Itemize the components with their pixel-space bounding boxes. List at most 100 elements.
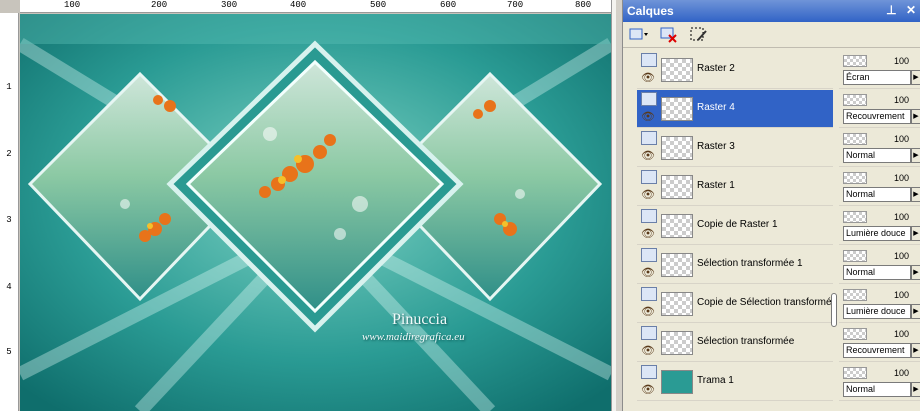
artwork-image[interactable]: Pinuccia www.maidiregrafica.eu	[20, 14, 611, 411]
layer-properties: 100 Écran ▶ 100 Recouvrement ▶ 100 Norma…	[839, 51, 920, 411]
opacity-slider[interactable]	[843, 133, 867, 145]
layer-prop: 100 Recouvrement ▶	[839, 324, 920, 362]
layer-prop: 100 Normal ▶	[839, 363, 920, 401]
layer-name: Sélection transformée 1	[697, 258, 803, 269]
layer-type-icon	[641, 53, 657, 67]
layer-prop: 100 Normal ▶	[839, 129, 920, 167]
visibility-eye-icon[interactable]: 👁	[641, 149, 655, 162]
layer-thumbnail	[661, 331, 693, 355]
layer-type-icon	[641, 287, 657, 301]
chevron-down-icon[interactable]: ▶	[911, 109, 920, 124]
ruler-label: 4	[6, 282, 12, 292]
ruler-label: 200	[151, 0, 168, 10]
chevron-down-icon[interactable]: ▶	[911, 343, 920, 358]
blend-mode-select[interactable]: Recouvrement	[843, 109, 911, 124]
opacity-value: 100	[893, 95, 909, 105]
opacity-value: 100	[893, 56, 909, 66]
blend-mode-select[interactable]: Recouvrement	[843, 343, 911, 358]
layer-thumbnail	[661, 292, 693, 316]
visibility-eye-icon[interactable]: 👁	[641, 383, 655, 396]
ruler-left: 1 2 3 4 5	[0, 13, 19, 411]
visibility-eye-icon[interactable]: 👁	[641, 110, 655, 123]
layer-prop: 100 Normal ▶	[839, 246, 920, 284]
layer-thumbnail	[661, 58, 693, 82]
layer-thumbnail	[661, 175, 693, 199]
ruler-label: 3	[6, 215, 12, 225]
blend-mode-select[interactable]: Lumière douce	[843, 226, 911, 241]
layer-row[interactable]: 👁 Sélection transformée	[637, 324, 833, 362]
visibility-eye-icon[interactable]: 👁	[641, 227, 655, 240]
watermark-title: Pinuccia	[392, 311, 448, 328]
opacity-slider[interactable]	[843, 250, 867, 262]
visibility-eye-icon[interactable]: 👁	[641, 71, 655, 84]
blend-mode-select[interactable]: Normal	[843, 187, 911, 202]
layer-prop: 100 Recouvrement ▶	[839, 90, 920, 128]
opacity-value: 100	[893, 212, 909, 222]
ruler-label: 5	[6, 347, 12, 357]
layer-name: Raster 4	[697, 102, 735, 113]
layer-type-icon	[641, 170, 657, 184]
layer-prop: 100 Normal ▶	[839, 168, 920, 206]
layer-thumbnail	[661, 136, 693, 160]
layer-row[interactable]: 👁 Raster 2	[637, 51, 833, 89]
layer-type-icon	[641, 92, 657, 106]
new-layer-icon[interactable]	[627, 25, 651, 45]
opacity-slider[interactable]	[843, 289, 867, 301]
layer-row[interactable]: 👁 Copie de Sélection transformée	[637, 285, 837, 323]
opacity-value: 100	[893, 368, 909, 378]
delete-layer-icon[interactable]	[657, 25, 681, 45]
close-icon[interactable]: ✕	[906, 3, 916, 17]
ruler-label: 400	[290, 0, 307, 10]
layer-row[interactable]: 👁 Raster 1	[637, 168, 833, 206]
layer-name: Sélection transformée	[697, 336, 795, 347]
ruler-label: 300	[221, 0, 238, 10]
layer-row-selected[interactable]: 👁 Raster 4	[637, 90, 833, 128]
ruler-top: 100 200 300 400 500 600 700 800	[20, 0, 616, 13]
opacity-slider[interactable]	[843, 367, 867, 379]
ruler-label: 2	[6, 149, 12, 159]
visibility-eye-icon[interactable]: 👁	[641, 266, 655, 279]
column-resize-handle[interactable]	[831, 293, 837, 327]
ruler-label: 500	[370, 0, 387, 10]
blend-mode-select[interactable]: Normal	[843, 265, 911, 280]
visibility-eye-icon[interactable]: 👁	[641, 305, 655, 318]
layer-row[interactable]: 👁 Raster 3	[637, 129, 833, 167]
opacity-slider[interactable]	[843, 211, 867, 223]
visibility-eye-icon[interactable]: 👁	[641, 344, 655, 357]
chevron-down-icon[interactable]: ▶	[911, 265, 920, 280]
chevron-down-icon[interactable]: ▶	[911, 148, 920, 163]
watermark-url: www.maidiregrafica.eu	[362, 331, 465, 343]
layer-row[interactable]: 👁 Copie de Raster 1	[637, 207, 833, 245]
opacity-value: 100	[893, 251, 909, 261]
layers-toolbar	[623, 22, 920, 48]
canvas-area[interactable]: 100 200 300 400 500 600 700 800 1 2 3 4 …	[0, 0, 616, 411]
blend-mode-select[interactable]: Normal	[843, 382, 911, 397]
layer-prop: 100 Lumière douce ▶	[839, 207, 920, 245]
layer-thumbnail	[661, 253, 693, 277]
layer-name: Copie de Raster 1	[697, 219, 778, 230]
chevron-down-icon[interactable]: ▶	[911, 226, 920, 241]
layer-type-icon	[641, 209, 657, 223]
chevron-down-icon[interactable]: ▶	[911, 304, 920, 319]
panel-titlebar[interactable]: Calques ⊥ ✕	[623, 0, 920, 22]
opacity-value: 100	[893, 290, 909, 300]
layer-type-icon	[641, 248, 657, 262]
chevron-down-icon[interactable]: ▶	[911, 382, 920, 397]
pin-icon[interactable]: ⊥	[886, 3, 896, 17]
opacity-slider[interactable]	[843, 328, 867, 340]
edit-selection-icon[interactable]	[687, 25, 711, 45]
opacity-slider[interactable]	[843, 172, 867, 184]
blend-mode-select[interactable]: Normal	[843, 148, 911, 163]
opacity-slider[interactable]	[843, 55, 867, 67]
chevron-down-icon[interactable]: ▶	[911, 187, 920, 202]
blend-mode-select[interactable]: Lumière douce	[843, 304, 911, 319]
chevron-down-icon[interactable]: ▶	[911, 70, 920, 85]
artwork-svg	[20, 14, 611, 411]
canvas-scrollbar[interactable]	[611, 0, 616, 411]
opacity-slider[interactable]	[843, 94, 867, 106]
layer-row[interactable]: 👁 Trama 1	[637, 363, 833, 401]
layer-name: Copie de Sélection transformée	[697, 297, 838, 308]
layer-row[interactable]: 👁 Sélection transformée 1	[637, 246, 833, 284]
blend-mode-select[interactable]: Écran	[843, 70, 911, 85]
visibility-eye-icon[interactable]: 👁	[641, 188, 655, 201]
